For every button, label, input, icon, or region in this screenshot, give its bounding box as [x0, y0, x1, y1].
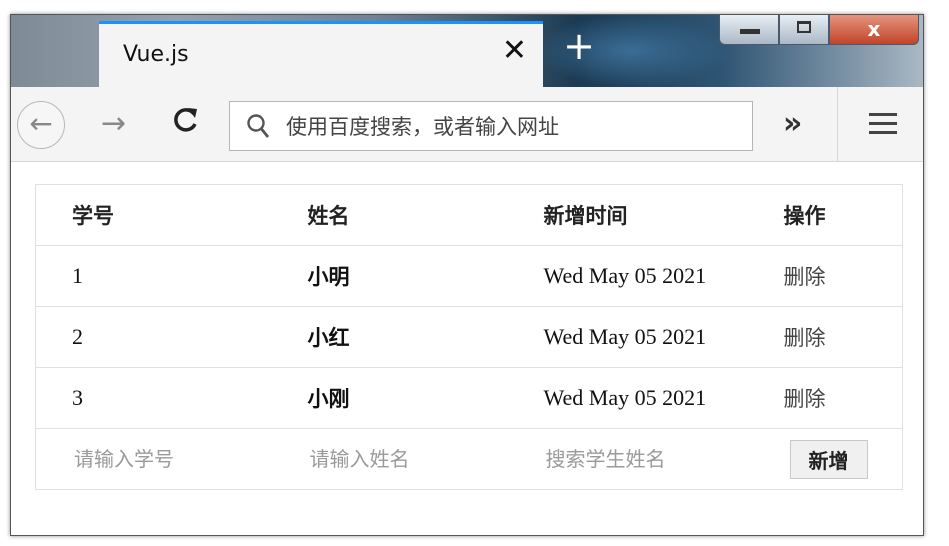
added-time: Wed May 05 2021: [507, 245, 748, 307]
column-header-name: 姓名: [271, 184, 508, 246]
page-content: 学号 姓名 新增时间 操作 1 小明 Wed May 05 2021 删除 2 …: [11, 162, 923, 535]
added-time: Wed May 05 2021: [507, 306, 748, 368]
student-table: 学号 姓名 新增时间 操作 1 小明 Wed May 05 2021 删除 2 …: [35, 184, 903, 490]
student-name-input[interactable]: [307, 446, 492, 472]
form-row: 新增: [35, 428, 903, 490]
student-name: 小红: [271, 306, 508, 368]
forward-button[interactable]: →: [101, 107, 126, 141]
column-header-id: 学号: [35, 184, 272, 246]
title-bar: Vue.js ✕ + x: [11, 15, 923, 87]
forward-arrow-icon: →: [101, 106, 127, 141]
name-cell: [271, 428, 508, 490]
student-name: 小刚: [271, 367, 508, 429]
delete-link[interactable]: 删除: [747, 306, 903, 368]
column-header-action: 操作: [747, 184, 903, 246]
table-row: 3 小刚 Wed May 05 2021 删除: [35, 367, 903, 429]
student-id: 2: [35, 306, 272, 368]
add-button[interactable]: 新增: [789, 439, 868, 479]
student-id-input[interactable]: [72, 446, 256, 472]
toolbar-divider: [837, 87, 838, 161]
student-id: 1: [35, 245, 272, 307]
navigation-bar: ← → »: [11, 87, 923, 162]
overflow-menu-button[interactable]: »: [783, 109, 802, 139]
maximize-button[interactable]: [779, 15, 829, 45]
tab-close-icon[interactable]: ✕: [502, 36, 527, 66]
address-input[interactable]: [284, 108, 738, 146]
search-icon: [247, 114, 270, 138]
minimize-icon: [740, 29, 760, 34]
back-button[interactable]: ←: [17, 101, 65, 149]
tab-title: Vue.js: [123, 42, 189, 67]
table-header-row: 学号 姓名 新增时间 操作: [35, 184, 903, 246]
new-tab-button[interactable]: +: [559, 27, 599, 67]
browser-tab[interactable]: Vue.js ✕: [99, 21, 543, 87]
back-arrow-icon: ←: [29, 107, 53, 140]
student-id: 3: [35, 367, 272, 429]
address-bar[interactable]: [229, 101, 753, 151]
delete-link[interactable]: 删除: [747, 367, 903, 429]
add-cell: 新增: [747, 428, 903, 490]
table-row: 2 小红 Wed May 05 2021 删除: [35, 306, 903, 368]
student-name: 小明: [271, 245, 508, 307]
reload-icon: [174, 108, 197, 132]
delete-link[interactable]: 删除: [747, 245, 903, 307]
added-time: Wed May 05 2021: [507, 367, 748, 429]
hamburger-menu-icon[interactable]: [869, 107, 897, 141]
maximize-icon: [797, 21, 811, 33]
reload-button[interactable]: [171, 105, 201, 144]
close-window-button[interactable]: x: [829, 15, 919, 45]
close-icon: x: [867, 17, 881, 41]
window-controls: x: [713, 15, 923, 51]
browser-window: Vue.js ✕ + x ← → 使用百度搜索，或者输入网址 » 学号 姓名 新…: [10, 14, 924, 536]
search-cell: [507, 428, 748, 490]
column-header-time: 新增时间: [507, 184, 748, 246]
search-name-input[interactable]: [543, 446, 728, 472]
table-row: 1 小明 Wed May 05 2021 删除: [35, 245, 903, 307]
id-cell: [35, 428, 272, 490]
minimize-button[interactable]: [719, 15, 779, 45]
